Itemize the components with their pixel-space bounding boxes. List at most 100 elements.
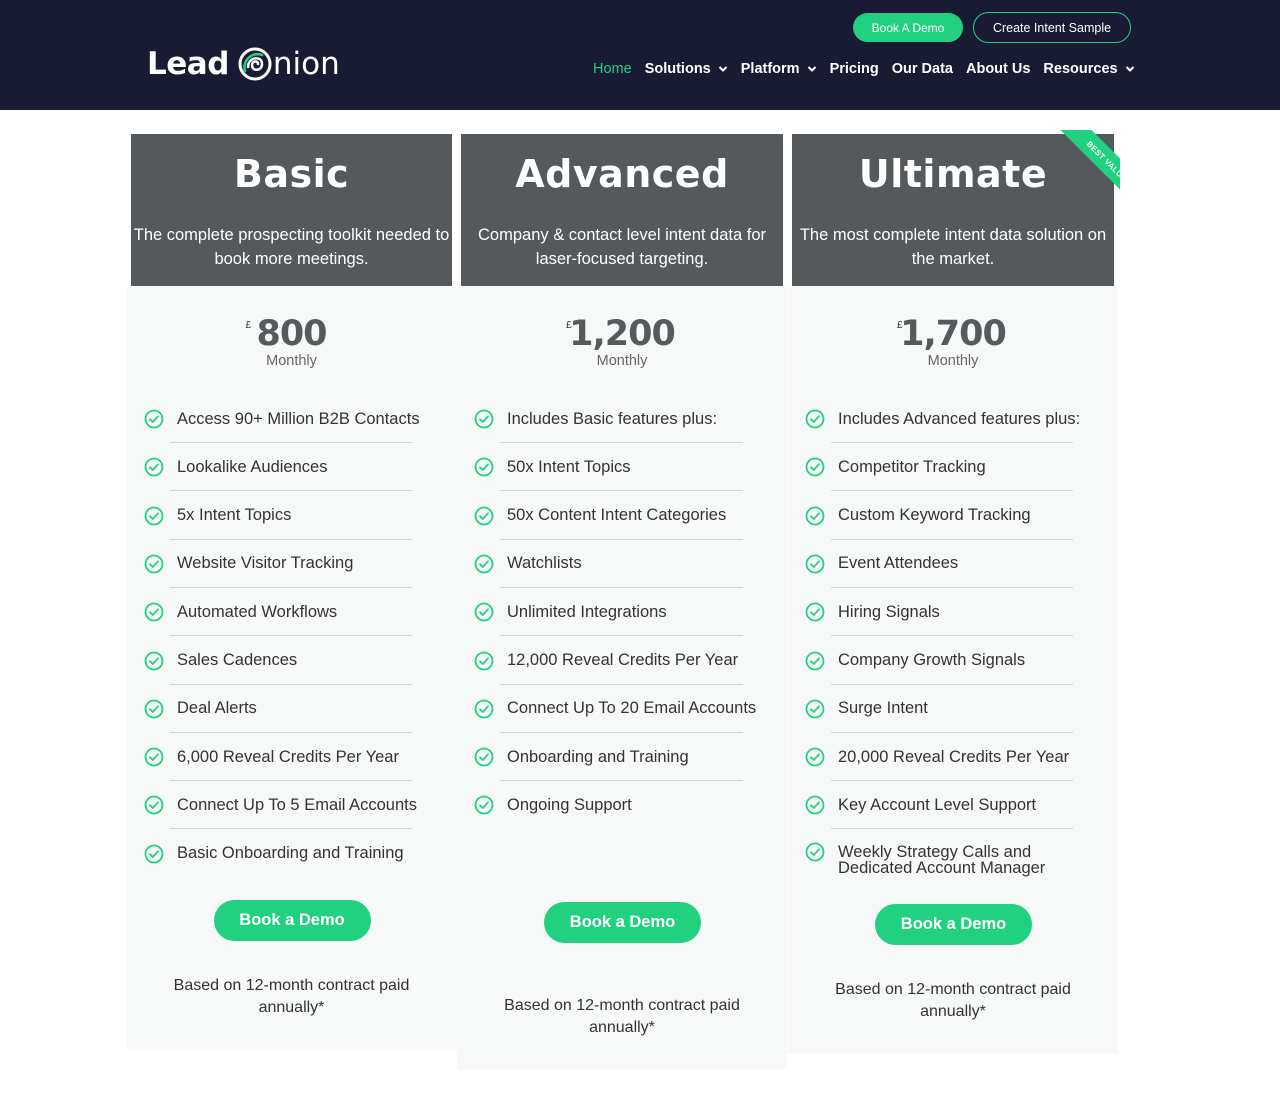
nav-pricing[interactable]: Pricing — [830, 61, 879, 77]
best-value-badge: BEST VALUE — [1060, 130, 1120, 208]
main-nav: Home Solutions Platform Pricing Our Data… — [593, 58, 1148, 80]
feature-text: Access 90+ Million B2B Contacts — [177, 409, 420, 428]
check-circle-icon — [144, 795, 164, 815]
feature-text: 5x Intent Topics — [177, 506, 292, 525]
feature-item: Sales Cadences — [144, 637, 449, 685]
feature-item: Event Attendees — [805, 540, 1110, 588]
leadonion-logo[interactable]: Lead nion — [147, 44, 340, 84]
check-circle-icon — [144, 457, 164, 477]
feature-text: 12,000 Reveal Credits Per Year — [507, 651, 739, 669]
check-circle-icon — [805, 795, 825, 815]
feature-text: Connect Up To 20 Email Accounts — [507, 699, 757, 718]
nav-platform[interactable]: Platform — [741, 61, 817, 77]
feature-item: Includes Basic features plus: — [474, 395, 779, 443]
price-period: Monthly — [596, 353, 648, 369]
feature-text: Surge Intent — [838, 699, 928, 718]
plan-description: The complete prospecting toolkit needed … — [133, 226, 450, 268]
feature-text: Competitor Tracking — [838, 457, 986, 476]
plan-name: Basic — [233, 152, 350, 196]
check-circle-icon — [805, 554, 825, 574]
feature-text: Event Attendees — [838, 554, 959, 573]
create-intent-sample-button[interactable]: Create Intent Sample — [973, 12, 1131, 43]
book-a-demo-button[interactable]: Book a Demo — [875, 904, 1032, 945]
check-circle-icon — [474, 409, 494, 429]
price-amount: 1,200 — [569, 314, 676, 354]
nav-solutions[interactable]: Solutions — [645, 61, 728, 77]
check-circle-icon — [805, 506, 825, 526]
feature-text: Lookalike Audiences — [177, 457, 328, 476]
nav-resources[interactable]: Resources — [1043, 61, 1134, 77]
feature-text: Unlimited Integrations — [507, 602, 667, 621]
feature-item: 50x Intent Topics — [474, 443, 779, 492]
check-circle-icon — [144, 651, 164, 671]
check-circle-icon — [805, 747, 825, 767]
feature-text: Watchlists — [507, 554, 582, 573]
check-circle-icon — [805, 457, 825, 477]
feature-text: Company Growth Signals — [838, 651, 1026, 669]
check-circle-icon — [474, 651, 494, 671]
site-header: Lead nion Book A Demo Create Intent Samp… — [0, 0, 1280, 110]
plan-name: Advanced — [515, 152, 729, 196]
chevron-down-icon — [1125, 66, 1134, 72]
feature-item: Website Visitor Tracking — [144, 540, 449, 588]
feature-item: Access 90+ Million B2B Contacts — [144, 395, 449, 443]
feature-item: Deal Alerts — [144, 685, 449, 733]
check-circle-icon — [805, 699, 825, 719]
logo-text-onion: nion — [272, 46, 340, 82]
book-demo-button[interactable]: Book A Demo — [853, 13, 963, 42]
plan-description: Company & contact level intent data for … — [478, 226, 766, 268]
book-a-demo-button[interactable]: Book a Demo — [213, 900, 371, 941]
best-value-ribbon: BEST VALUE — [1040, 130, 1120, 210]
check-circle-icon — [474, 506, 494, 526]
feature-text: 6,000 Reveal Credits Per Year — [177, 747, 399, 766]
check-circle-icon — [474, 602, 494, 622]
feature-text: Ongoing Support — [507, 795, 632, 814]
feature-item: Basic Onboarding and Training — [144, 830, 449, 878]
feature-item: Includes Advanced features plus: — [805, 395, 1110, 443]
contract-note: Based on 12-month contract paid annually… — [504, 997, 740, 1036]
feature-text: Key Account Level Support — [838, 795, 1037, 814]
nav-home[interactable]: Home — [593, 61, 632, 77]
check-circle-icon — [805, 409, 825, 429]
nav-our-data[interactable]: Our Data — [892, 61, 953, 77]
contract-note: Based on 12-month contract paid annually… — [835, 981, 1071, 1020]
plan-price: £1,200 Monthly — [522, 314, 722, 374]
feature-text: Includes Advanced features plus: — [838, 409, 1081, 428]
feature-item: Competitor Tracking — [805, 443, 1110, 492]
feature-item: 20,000 Reveal Credits Per Year — [805, 733, 1110, 782]
feature-text: 50x Intent Topics — [507, 457, 631, 476]
feature-text: Sales Cadences — [177, 651, 298, 669]
check-circle-icon — [144, 602, 164, 622]
feature-item: Connect Up To 5 Email Accounts — [144, 781, 449, 830]
plan-description: The most complete intent data solution o… — [799, 226, 1107, 268]
feature-item: Hiring Signals — [805, 588, 1110, 637]
check-circle-icon — [144, 506, 164, 526]
feature-text: Deal Alerts — [177, 699, 257, 718]
feature-text: Connect Up To 5 Email Accounts — [177, 795, 417, 814]
feature-text: 50x Content Intent Categories — [507, 506, 727, 525]
book-a-demo-button[interactable]: Book a Demo — [544, 902, 701, 943]
logo-text-lead: Lead — [147, 46, 229, 82]
check-circle-icon — [474, 747, 494, 767]
feature-text: Custom Keyword Tracking — [838, 506, 1031, 525]
feature-item: Key Account Level Support — [805, 781, 1110, 830]
plan-price: £800 Monthly — [192, 314, 392, 374]
feature-item: Weekly Strategy Calls and Dedicated Acco… — [805, 830, 1110, 878]
check-circle-icon — [144, 554, 164, 574]
check-circle-icon — [474, 699, 494, 719]
feature-text: Hiring Signals — [838, 602, 940, 621]
feature-text: Includes Basic features plus: — [507, 409, 718, 428]
nav-about-us[interactable]: About Us — [966, 61, 1030, 77]
feature-item: Surge Intent — [805, 685, 1110, 733]
price-period: Monthly — [927, 353, 979, 369]
check-circle-icon — [805, 651, 825, 671]
check-circle-icon — [474, 457, 494, 477]
feature-text: Onboarding and Training — [507, 747, 689, 766]
price-amount: 1,700 — [900, 314, 1007, 354]
check-circle-icon — [474, 554, 494, 574]
feature-item: 12,000 Reveal Credits Per Year — [474, 637, 779, 685]
feature-item: Ongoing Support — [474, 781, 779, 829]
price-period: Monthly — [266, 353, 317, 369]
check-circle-icon — [144, 747, 164, 767]
onion-logo-icon — [238, 47, 272, 81]
